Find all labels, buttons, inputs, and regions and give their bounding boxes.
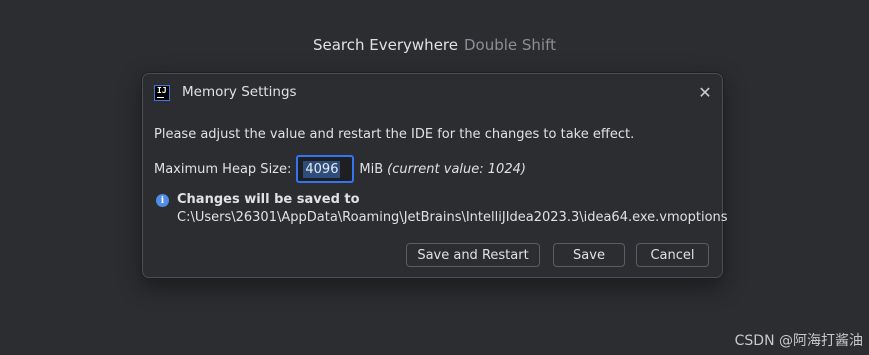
- search-everywhere-hint: Search Everywhere Double Shift: [0, 36, 869, 54]
- heap-size-input[interactable]: 4096: [296, 155, 355, 183]
- save-and-restart-button[interactable]: Save and Restart: [406, 243, 540, 267]
- dialog-title: Memory Settings: [182, 84, 297, 100]
- heap-current-value: (current value: 1024): [387, 161, 526, 177]
- heap-size-unit: MiB: [359, 161, 384, 177]
- info-title: Changes will be saved to: [177, 192, 360, 207]
- dialog-message: Please adjust the value and restart the …: [154, 127, 635, 142]
- search-shortcut-label: Double Shift: [463, 36, 556, 54]
- heap-size-value[interactable]: 4096: [303, 160, 341, 178]
- close-icon[interactable]: ✕: [696, 84, 714, 102]
- watermark: CSDN @阿海打酱油: [734, 333, 863, 349]
- search-everywhere-label: Search Everywhere: [312, 36, 458, 54]
- info-icon: i: [156, 194, 169, 207]
- heap-size-label: Maximum Heap Size:: [154, 161, 292, 177]
- vmoptions-path: C:\Users\26301\AppData\Roaming\JetBrains…: [177, 210, 728, 225]
- intellij-idea-icon: IJ: [154, 85, 170, 101]
- save-button[interactable]: Save: [553, 243, 625, 267]
- cancel-button[interactable]: Cancel: [636, 243, 709, 267]
- heap-size-row: Maximum Heap Size: 4096 MiB (current val…: [154, 154, 526, 184]
- memory-settings-dialog: IJ Memory Settings ✕ Please adjust the v…: [142, 73, 728, 278]
